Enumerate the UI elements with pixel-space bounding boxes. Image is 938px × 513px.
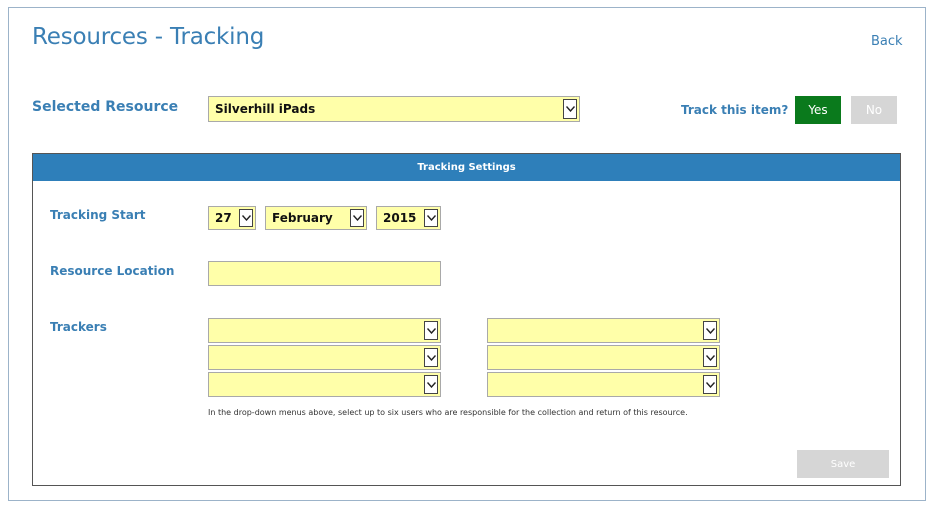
resource-select-value: Silverhill iPads [215,102,316,116]
day-select[interactable]: 27 [208,206,256,230]
tracker-select-1[interactable] [208,318,441,343]
tracking-start-label: Tracking Start [50,208,146,222]
year-select-value: 2015 [383,211,417,225]
tracker-select-3[interactable] [208,345,441,370]
chevron-down-icon [703,321,717,340]
month-select-value: February [272,211,333,225]
resource-location-input[interactable] [208,261,441,286]
track-item-label: Track this item? [681,103,789,117]
trackers-help-text: In the drop-down menus above, select up … [208,408,688,417]
tracker-select-4[interactable] [487,345,720,370]
chevron-down-icon [424,375,438,394]
day-select-value: 27 [215,211,232,225]
panel-header: Tracking Settings [33,154,900,181]
tracker-select-5[interactable] [208,372,441,397]
resource-location-label: Resource Location [50,264,175,278]
year-select[interactable]: 2015 [376,206,441,230]
chevron-down-icon [350,209,364,227]
chevron-down-icon [424,321,438,340]
tracker-select-6[interactable] [487,372,720,397]
chevron-down-icon [424,348,438,367]
tracker-select-2[interactable] [487,318,720,343]
trackers-label: Trackers [50,320,107,334]
track-no-button[interactable]: No [851,96,897,124]
back-link[interactable]: Back [871,34,903,49]
tracking-settings-panel: Tracking Settings [32,153,901,486]
chevron-down-icon [703,375,717,394]
chevron-down-icon [239,209,253,227]
track-yes-button[interactable]: Yes [795,96,841,124]
chevron-down-icon [563,99,577,119]
page-title: Resources - Tracking [32,24,265,50]
chevron-down-icon [703,348,717,367]
month-select[interactable]: February [265,206,367,230]
resource-select[interactable]: Silverhill iPads [208,96,580,122]
chevron-down-icon [424,209,438,227]
selected-resource-label: Selected Resource [32,99,179,115]
save-button[interactable]: Save [797,450,889,478]
